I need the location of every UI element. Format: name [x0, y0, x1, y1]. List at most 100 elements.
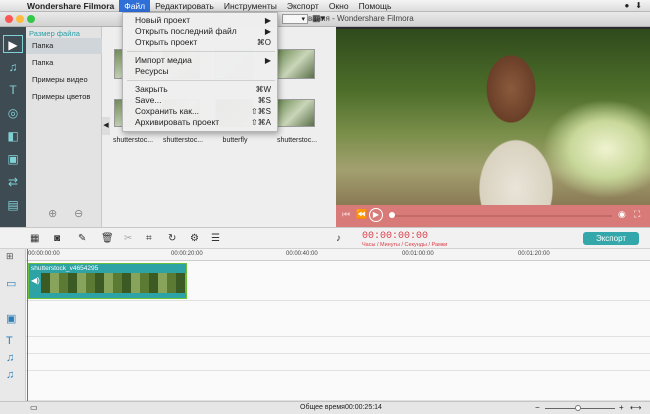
- crop-icon[interactable]: ⌗: [146, 233, 152, 244]
- video-track-icon[interactable]: ▭: [6, 277, 16, 290]
- image-track-lane[interactable]: [26, 301, 650, 337]
- new-folder-icon[interactable]: ⊕: [48, 207, 57, 220]
- delete-icon[interactable]: 🗑: [101, 233, 114, 244]
- elements-tab-icon[interactable]: ▣: [3, 150, 23, 168]
- library-item-folder-1[interactable]: Папка: [26, 38, 102, 54]
- library-sidebar: Размер файла Папка Папка Примеры видео П…: [26, 27, 102, 227]
- music-tab-icon[interactable]: ♫: [3, 58, 23, 76]
- text-track-lane[interactable]: [26, 337, 650, 354]
- menu-item-close[interactable]: Закрыть ⌘W: [123, 84, 279, 95]
- snapshot-icon[interactable]: ◉: [618, 209, 626, 220]
- add-media-icon[interactable]: ▦: [30, 233, 39, 244]
- play-button[interactable]: ▶: [369, 208, 383, 222]
- timeline-clip[interactable]: shutterstock_v4654295 ◀): [28, 263, 187, 299]
- collapse-sidebar-icon[interactable]: ◀: [102, 117, 110, 135]
- menu-item-label: Ресурсы: [135, 66, 169, 76]
- menu-item-archive-project[interactable]: Архивировать проект ⇧⌘A: [123, 117, 279, 128]
- ruler-label: 00:00:40:00: [286, 251, 318, 257]
- menu-window[interactable]: Окно: [324, 0, 354, 12]
- clip-name: shutterstock_v4654295: [31, 265, 99, 272]
- submenu-arrow-icon: ▶: [264, 16, 271, 25]
- text-track-icon[interactable]: T: [6, 335, 13, 347]
- menu-file[interactable]: Файл: [119, 0, 151, 12]
- chat-icon[interactable]: ●: [624, 1, 629, 10]
- menu-item-open-project[interactable]: Открыть проект ⌘O: [123, 37, 279, 48]
- app-menu[interactable]: Wondershare Filmora: [22, 0, 119, 12]
- menu-edit[interactable]: Редактировать: [150, 0, 219, 12]
- fullscreen-icon[interactable]: ⛶: [634, 209, 640, 220]
- menu-bar: Wondershare Filmora Файл Редактировать И…: [0, 0, 650, 12]
- text-tab-icon[interactable]: T: [3, 81, 23, 99]
- playhead[interactable]: [27, 249, 28, 401]
- menu-item-open-recent[interactable]: Открыть последний файл ▶: [123, 26, 279, 37]
- sort-dropdown[interactable]: ▾: [282, 14, 308, 24]
- edit-icon[interactable]: ✎: [78, 233, 86, 244]
- image-track-icon[interactable]: ▣: [6, 312, 16, 325]
- storyboard-icon[interactable]: ▭: [30, 403, 38, 412]
- track-headers: ⊞ ▭ ▣ T ♫ ♫: [0, 249, 26, 401]
- submenu-arrow-icon: ▶: [264, 27, 271, 36]
- shortcut-label: ⇧⌘A: [250, 118, 271, 127]
- zoom-out-icon[interactable]: −: [535, 403, 540, 412]
- audio-mixer-icon[interactable]: ♪: [336, 233, 341, 244]
- music-track-2-icon[interactable]: ♫: [6, 369, 14, 381]
- media-thumbnail[interactable]: [277, 99, 315, 127]
- delete-folder-icon[interactable]: ⊖: [74, 207, 83, 220]
- timecode: 00:00:00:00: [362, 231, 429, 242]
- overlays-tab-icon[interactable]: ◧: [3, 127, 23, 145]
- music-track-lane[interactable]: [26, 354, 650, 371]
- media-caption: shutterstoc...: [162, 137, 204, 144]
- shortcut-label: ⇧⌘S: [250, 107, 271, 116]
- ruler-label: 00:00:20:00: [171, 251, 203, 257]
- submenu-arrow-icon: ▶: [264, 56, 271, 65]
- menu-item-label: Импорт медиа: [135, 55, 192, 65]
- minimize-window-icon[interactable]: [16, 15, 24, 23]
- zoom-window-icon[interactable]: [27, 15, 35, 23]
- cut-icon[interactable]: ✂: [124, 233, 132, 244]
- adjust-icon[interactable]: ☰: [211, 233, 220, 244]
- export-button[interactable]: Экспорт: [583, 232, 639, 245]
- record-icon[interactable]: ◙: [54, 233, 60, 244]
- split-screen-tab-icon[interactable]: ▤: [3, 196, 23, 214]
- close-window-icon[interactable]: [5, 15, 13, 23]
- media-caption: shutterstoc...: [276, 137, 318, 144]
- library-item-sample-videos[interactable]: Примеры видео: [26, 72, 102, 88]
- rotate-icon[interactable]: ↻: [168, 233, 176, 244]
- menu-item-save-as[interactable]: Сохранить как... ⇧⌘S: [123, 106, 279, 117]
- download-icon[interactable]: ⬇: [635, 1, 642, 10]
- transitions-tab-icon[interactable]: ⇄: [3, 173, 23, 191]
- timeline-settings-icon[interactable]: ⊞: [6, 251, 14, 262]
- media-tab-icon[interactable]: ▶: [3, 35, 23, 53]
- menu-item-import-media[interactable]: Импорт медиа ▶: [123, 55, 279, 66]
- menu-item-label: Save...: [135, 95, 162, 105]
- menu-help[interactable]: Помощь: [354, 0, 397, 12]
- fit-timeline-icon[interactable]: ⟷: [630, 403, 641, 412]
- volume-icon[interactable]: ◀): [31, 276, 40, 285]
- menu-separator: [127, 80, 275, 81]
- timeline-ruler[interactable]: 00:00:00:00 00:00:20:00 00:00:40:00 00:0…: [26, 249, 650, 261]
- menu-export[interactable]: Экспорт: [282, 0, 324, 12]
- settings-icon[interactable]: ⚙: [190, 233, 199, 244]
- menu-item-label: Сохранить как...: [135, 106, 200, 116]
- music-track-icon[interactable]: ♫: [6, 352, 14, 364]
- window-titlebar: азвания - Wondershare Filmora ▾ ▦▾: [0, 12, 650, 27]
- menu-tools[interactable]: Инструменты: [219, 0, 282, 12]
- menu-item-new-project[interactable]: Новый проект ▶: [123, 15, 279, 26]
- music-track-2-lane[interactable]: [26, 371, 650, 401]
- prev-frame-icon[interactable]: ⏮: [342, 209, 350, 220]
- rewind-icon[interactable]: ⏪: [356, 209, 367, 220]
- clip-frames: [41, 273, 186, 293]
- filters-tab-icon[interactable]: ◎: [3, 104, 23, 122]
- media-thumbnail[interactable]: [277, 49, 315, 79]
- grid-view-icon[interactable]: ▦▾: [312, 13, 325, 24]
- zoom-in-icon[interactable]: +: [619, 403, 624, 412]
- menu-item-resources[interactable]: Ресурсы: [123, 66, 279, 77]
- zoom-slider-handle[interactable]: [575, 405, 581, 411]
- library-item-folder-2[interactable]: Папка: [26, 55, 102, 71]
- scrub-bar[interactable]: [392, 215, 612, 217]
- shortcut-label: ⌘O: [256, 38, 271, 47]
- menu-item-save[interactable]: Save... ⌘S: [123, 95, 279, 106]
- library-item-sample-colors[interactable]: Примеры цветов: [26, 89, 102, 105]
- scrub-handle[interactable]: [389, 212, 395, 218]
- file-menu: Новый проект ▶ Открыть последний файл ▶ От…: [122, 12, 278, 132]
